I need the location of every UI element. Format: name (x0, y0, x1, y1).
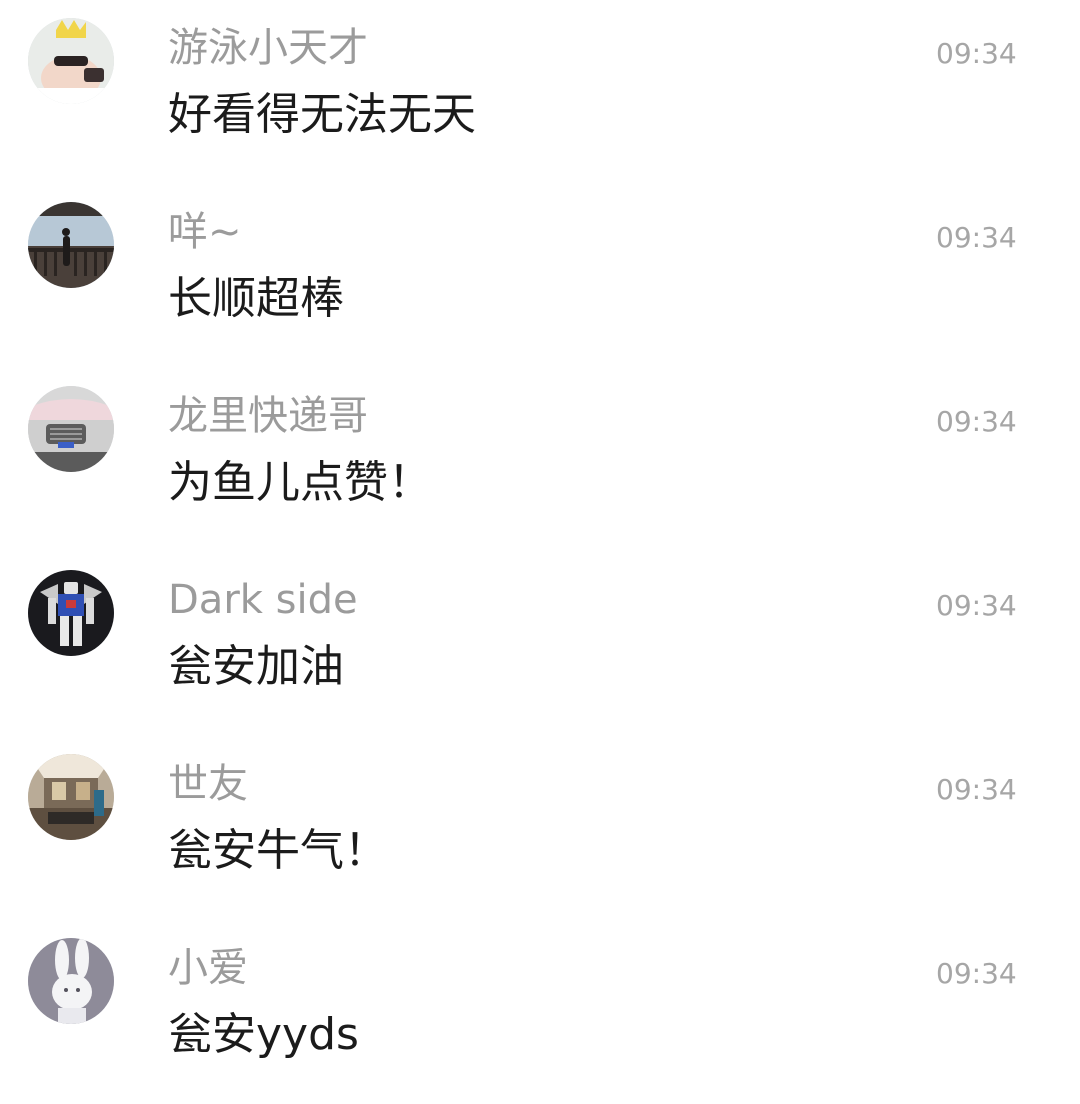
comment-item[interactable]: 世友 09:34 瓮安牛气！ (0, 736, 1080, 920)
comment-item[interactable]: 咩~ 09:34 长顺超棒 (0, 184, 1080, 368)
comment-message: 瓮安yyds (168, 1009, 359, 1060)
comment-list: 游泳小天才 09:34 好看得无法无天 咩~ 09:34 长顺超棒 龙里快递哥 … (0, 0, 1080, 1080)
avatar[interactable] (28, 386, 114, 472)
comment-username[interactable]: 游泳小天才 (168, 22, 368, 74)
comment-item[interactable]: 游泳小天才 09:34 好看得无法无天 (0, 0, 1080, 184)
comment-item[interactable]: 小爱 09:34 瓮安yyds (0, 920, 1080, 1104)
avatar-robot-icon (28, 570, 114, 656)
avatar[interactable] (28, 570, 114, 656)
avatar[interactable] (28, 18, 114, 104)
comment-time: 09:34 (936, 405, 1017, 438)
comment-message: 为鱼儿点赞！ (168, 457, 432, 508)
comment-username[interactable]: 龙里快递哥 (168, 390, 368, 442)
comment-username[interactable]: 小爱 (168, 942, 248, 994)
comment-time: 09:34 (936, 221, 1017, 254)
comment-time: 09:34 (936, 957, 1017, 990)
comment-message: 瓮安加油 (168, 641, 344, 692)
comment-time: 09:34 (936, 773, 1017, 806)
avatar-person-balcony-icon (28, 202, 114, 288)
avatar-person-crown-icon (28, 18, 114, 104)
comment-time: 09:34 (936, 37, 1017, 70)
avatar-rabbit-icon (28, 938, 114, 1024)
comment-username[interactable]: 世友 (168, 758, 248, 810)
comment-message: 好看得无法无天 (168, 89, 476, 140)
avatar[interactable] (28, 938, 114, 1024)
avatar[interactable] (28, 754, 114, 840)
comment-username[interactable]: 咩~ (168, 206, 242, 258)
comment-item[interactable]: 龙里快递哥 09:34 为鱼儿点赞！ (0, 368, 1080, 552)
avatar[interactable] (28, 202, 114, 288)
comment-item[interactable]: Dark side 09:34 瓮安加油 (0, 552, 1080, 736)
comment-username[interactable]: Dark side (168, 574, 358, 626)
comment-message: 瓮安牛气！ (168, 825, 388, 876)
comment-message: 长顺超棒 (168, 273, 344, 324)
comment-time: 09:34 (936, 589, 1017, 622)
avatar-car-icon (28, 386, 114, 472)
avatar-room-icon (28, 754, 114, 840)
